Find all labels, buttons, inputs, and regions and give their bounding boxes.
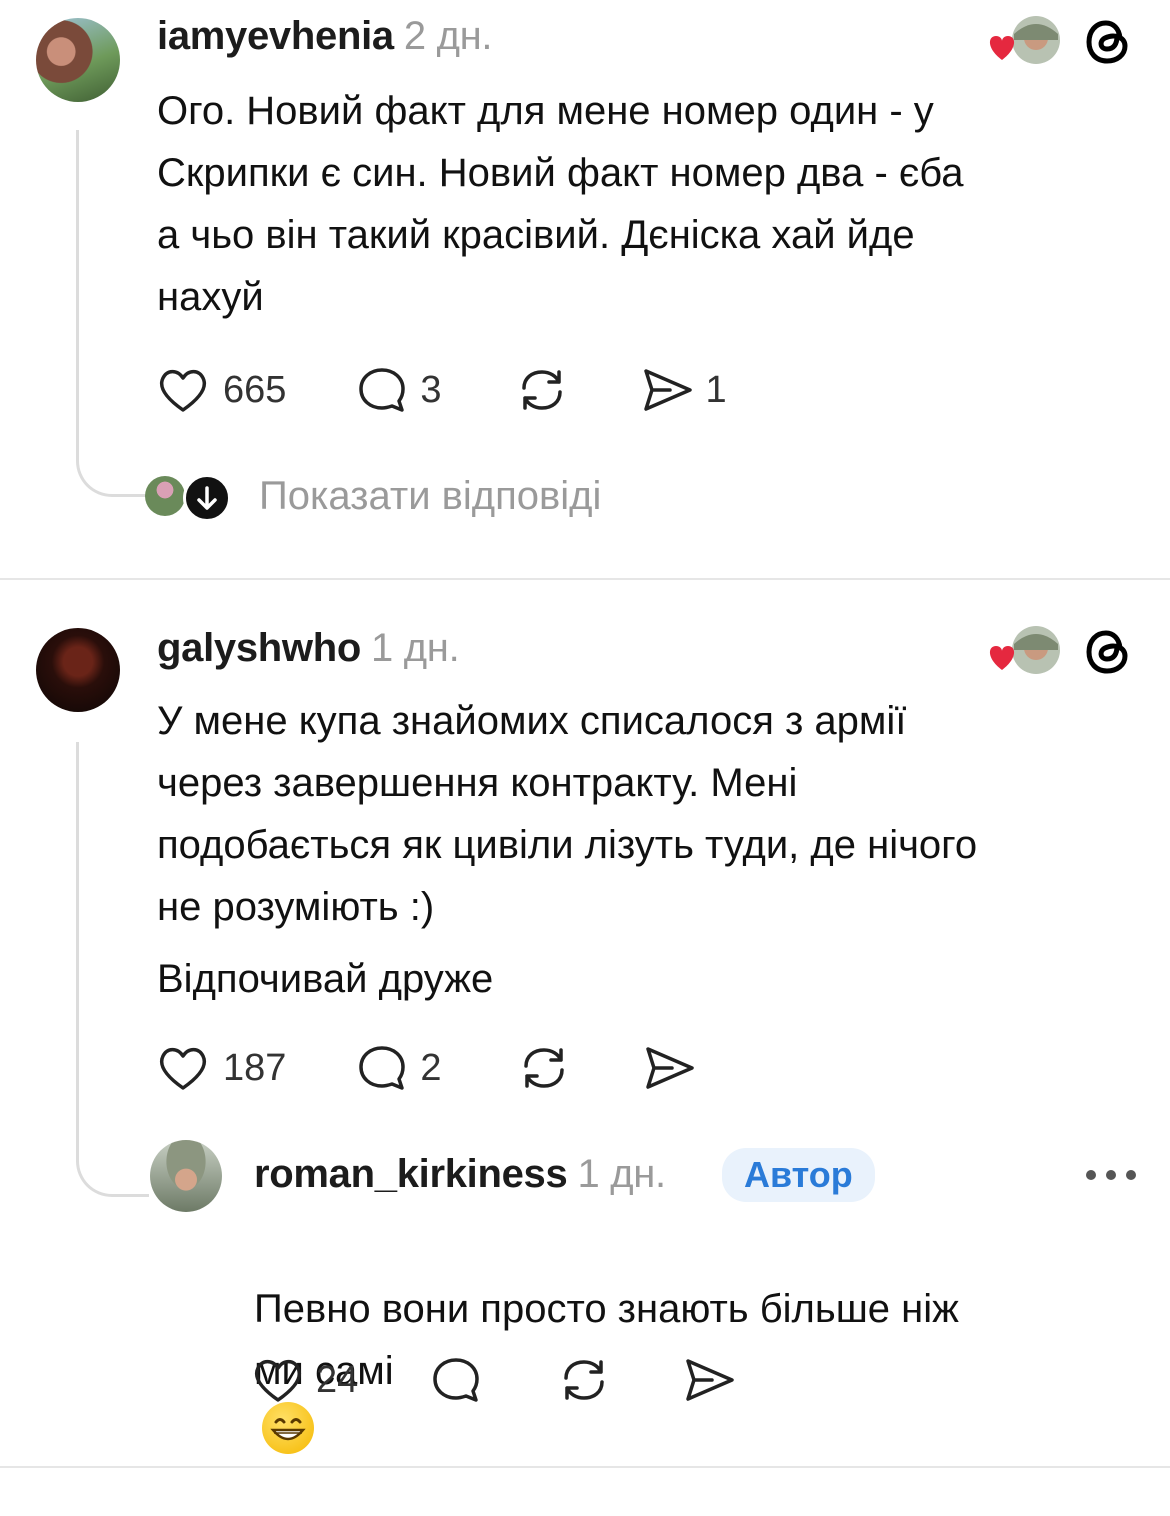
heart-icon <box>159 369 207 412</box>
share-icon <box>643 369 692 411</box>
share-icon <box>686 1359 735 1401</box>
comment-icon <box>433 1358 480 1402</box>
comment-2: galyshwho 1 дн. У мене купа знайомих спис… <box>0 580 1170 1474</box>
username[interactable]: roman_kirkiness 1 дн. <box>254 1152 666 1197</box>
timestamp: 1 дн. <box>371 626 460 670</box>
author-badge: Автор <box>722 1148 875 1202</box>
heart-icon <box>254 1359 302 1402</box>
action-bar: 187 2 <box>157 1038 698 1098</box>
reply-button[interactable]: 2 <box>356 1043 442 1093</box>
like-button[interactable]: 665 <box>157 366 286 414</box>
like-button[interactable]: 187 <box>157 1044 286 1092</box>
repost-button[interactable] <box>516 1042 572 1094</box>
comment-text: У мене купа знайомих списалося з армії ч… <box>157 699 978 929</box>
repost-button[interactable] <box>514 364 570 416</box>
comment-text: Ого. Новий факт для мене номер один - у … <box>157 89 964 319</box>
like-count: 665 <box>223 368 287 411</box>
repost-icon <box>523 1048 564 1088</box>
threads-logo-icon[interactable] <box>1082 16 1134 68</box>
comment-icon <box>359 1046 406 1090</box>
reply-button[interactable]: 3 <box>356 365 442 415</box>
liked-by-author-icon <box>989 16 1060 64</box>
action-bar: 665 3 1 <box>157 360 727 420</box>
liked-by-author-icon <box>989 626 1060 674</box>
share-button[interactable] <box>682 1355 738 1405</box>
reply-count: 3 <box>420 368 442 411</box>
heart-icon <box>159 1047 207 1090</box>
avatar-roman-kirkiness[interactable] <box>150 1140 222 1212</box>
reply-button[interactable] <box>430 1355 482 1405</box>
username[interactable]: iamyevhenia 2 дн. <box>157 14 493 59</box>
show-replies-link[interactable]: Показати відповіді <box>259 474 601 519</box>
more-icon[interactable] <box>1086 1170 1136 1180</box>
avatar-iamyevhenia[interactable] <box>36 18 120 102</box>
avatar-galyshwho[interactable] <box>36 628 120 712</box>
divider <box>0 1466 1170 1468</box>
comment-1: iamyevhenia 2 дн. Ого. Новий факт для мен… <box>0 0 1170 580</box>
thread-line <box>76 130 79 460</box>
share-button[interactable] <box>642 1043 698 1093</box>
timestamp: 2 дн. <box>403 14 493 58</box>
share-button[interactable]: 1 <box>640 365 727 415</box>
thread-curve <box>76 440 149 497</box>
timestamp: 1 дн. <box>577 1152 666 1196</box>
like-count: 187 <box>223 1046 287 1089</box>
share-count: 1 <box>705 368 727 411</box>
repost-icon <box>521 370 562 410</box>
reply-count: 2 <box>420 1046 442 1089</box>
arrow-down-icon <box>183 474 231 522</box>
repost-button[interactable] <box>556 1354 612 1406</box>
reply-avatar <box>145 476 185 516</box>
comment-icon <box>359 368 406 412</box>
reply-comment: roman_kirkiness 1 дн. Автор Певно вони пр… <box>0 1136 1170 1466</box>
action-bar: 24 <box>252 1350 738 1410</box>
like-count: 24 <box>316 1358 359 1401</box>
comment-text-2: Відпочивай друже <box>157 957 494 1001</box>
threads-logo-icon[interactable] <box>1082 626 1134 678</box>
show-replies-row[interactable]: Показати відповіді <box>145 472 745 522</box>
thread-line <box>76 742 79 1162</box>
share-icon <box>645 1047 694 1089</box>
repost-icon <box>564 1360 605 1400</box>
like-button[interactable]: 24 <box>252 1356 358 1404</box>
username[interactable]: galyshwho 1 дн. <box>157 626 460 671</box>
